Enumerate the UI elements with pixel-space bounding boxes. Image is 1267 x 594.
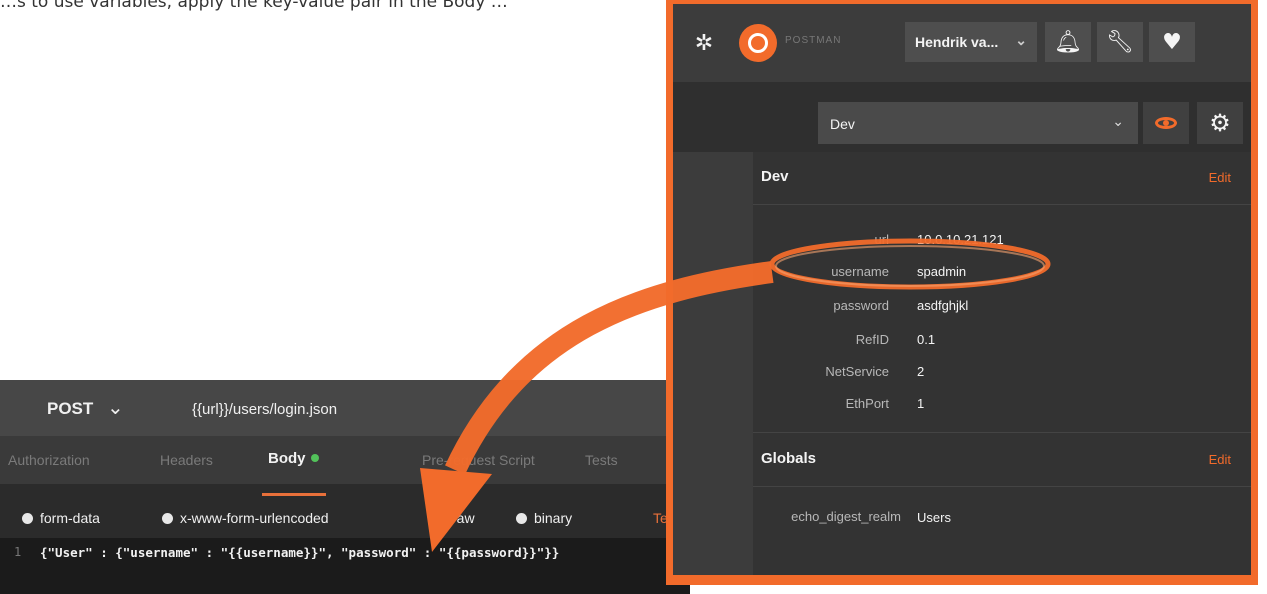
radio-form-data[interactable]: form-data (22, 510, 100, 526)
radio-x-www-form-urlencoded[interactable]: x-www-form-urlencoded (162, 510, 329, 526)
globals-section-title: Globals (761, 450, 817, 467)
env-value: 0.1 (917, 332, 936, 347)
tab-pre-request-script[interactable]: Pre-request Script (422, 452, 535, 468)
code-line[interactable]: {"User" : {"username" : "{{username}}", … (40, 545, 559, 560)
logo-ring (748, 33, 768, 53)
env-value: 1 (917, 396, 925, 411)
radio-binary[interactable]: binary (516, 510, 572, 526)
env-key: NetService (825, 364, 889, 379)
radio-selected-icon (434, 513, 445, 524)
environment-selected: Dev (830, 116, 855, 132)
chevron-down-icon: ⌄ (1112, 113, 1124, 129)
env-value: 10.0.10.21.121 (917, 232, 1004, 247)
env-key: RefID (855, 332, 889, 347)
user-menu[interactable]: Hendrik va... ⌄ (905, 22, 1037, 62)
request-editor: POST ⌄ {{url}}/users/login.json Authoriz… (0, 380, 690, 594)
user-name: Hendrik va... (915, 34, 999, 50)
wrench-icon[interactable]: 🔧︎ (1097, 22, 1143, 62)
sidebar-strip (673, 152, 753, 575)
body-type-options: form-data x-www-form-urlencoded raw bina… (0, 498, 690, 538)
environment-row: Dev ⌄ ⚙ (673, 82, 1251, 152)
eye-shape (1155, 117, 1177, 129)
tab-body-label: Body (268, 450, 306, 467)
active-tab-indicator (262, 493, 326, 496)
env-section-title: Dev (761, 168, 789, 185)
intro-text: …s to use variables, apply the key-value… (0, 0, 508, 12)
divider (753, 486, 1251, 487)
radio-label: binary (534, 510, 573, 526)
environment-quick-look: Dev Edit url 10.0.10.21.121 username spa… (753, 152, 1251, 575)
app-header: ✲ POSTMAN Hendrik va... ⌄ 🔔︎ 🔧︎ ♥ (673, 4, 1251, 82)
url-bar: POST ⌄ {{url}}/users/login.json (0, 380, 690, 436)
brand-name: POSTMAN (785, 35, 842, 46)
divider (753, 204, 1251, 205)
environment-select[interactable]: Dev ⌄ (818, 102, 1138, 144)
eye-icon[interactable] (1143, 102, 1189, 144)
env-key: username (831, 264, 889, 279)
tab-tests[interactable]: Tests (585, 452, 618, 468)
globals-edit-link[interactable]: Edit (1209, 452, 1231, 467)
method-select[interactable]: POST (47, 399, 93, 419)
url-input[interactable]: {{url}}/users/login.json (192, 401, 337, 418)
radio-icon (22, 513, 33, 524)
postman-logo (739, 24, 777, 62)
env-key: url (874, 232, 889, 247)
chevron-down-icon: ⌄ (1015, 32, 1027, 48)
line-number: 1 (14, 545, 22, 559)
env-key: password (833, 298, 889, 313)
globals-value: Users (917, 510, 951, 525)
radio-icon (516, 513, 527, 524)
environment-panel: ✲ POSTMAN Hendrik va... ⌄ 🔔︎ 🔧︎ ♥ Dev ⌄ … (673, 4, 1251, 575)
tab-authorization[interactable]: Authorization (8, 452, 90, 468)
gear-icon[interactable]: ⚙ (1197, 102, 1243, 144)
tab-headers[interactable]: Headers (160, 452, 213, 468)
code-editor[interactable]: 1 {"User" : {"username" : "{{username}}"… (0, 538, 690, 594)
globals-key: echo_digest_realm (791, 509, 901, 524)
radio-label: x-www-form-urlencoded (180, 510, 329, 526)
env-edit-link[interactable]: Edit (1209, 170, 1231, 185)
request-tabs: Authorization Headers Body Pre-request S… (0, 436, 690, 484)
radio-raw[interactable]: raw (434, 510, 475, 526)
divider (753, 432, 1251, 433)
env-key: EthPort (845, 396, 889, 411)
bell-icon[interactable]: 🔔︎ (1045, 22, 1091, 62)
sync-icon[interactable]: ✲ (687, 26, 721, 60)
radio-label: form-data (40, 510, 100, 526)
env-value: 2 (917, 364, 925, 379)
radio-icon (162, 513, 173, 524)
radio-label: raw (452, 510, 475, 526)
heart-icon[interactable]: ♥ (1149, 22, 1195, 62)
env-value: asdfghjkl (917, 298, 969, 313)
env-value: spadmin (917, 264, 967, 279)
status-dot-icon (310, 454, 319, 462)
tab-body[interactable]: Body (268, 450, 319, 467)
chevron-down-icon[interactable]: ⌄ (107, 395, 124, 419)
